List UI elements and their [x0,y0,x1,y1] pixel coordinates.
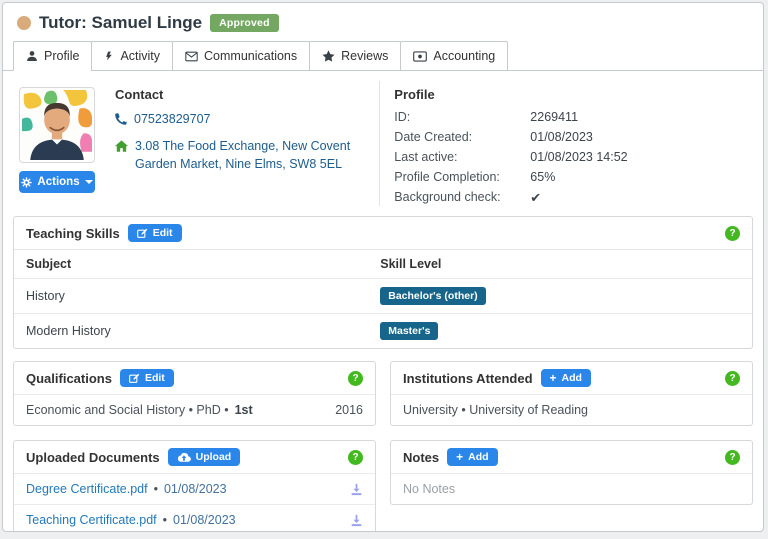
profile-field-value: 01/08/2023 14:52 [530,150,628,164]
tab-communications-label: Communications [204,49,298,63]
table-row: Modern History Master's [14,313,752,348]
banknote-icon [413,50,428,62]
column-header-subject: Subject [14,249,369,279]
tab-activity[interactable]: Activity [91,41,174,71]
teaching-skills-edit-button[interactable]: Edit [127,224,182,242]
plus-icon: + [456,450,464,464]
teaching-skills-heading: Teaching Skills [26,225,120,241]
institutions-help-icon[interactable]: ? [725,370,740,386]
download-icon[interactable] [350,514,363,527]
table-row: History Bachelor's (other) [14,278,752,314]
institutions-card: Institutions Attended + Add ? University… [390,361,753,426]
tab-reviews[interactable]: Reviews [309,41,402,71]
skill-level-badge: Bachelor's (other) [380,287,486,305]
profile-field-label: Profile Completion: [394,170,500,184]
subject-cell: Modern History [14,313,369,348]
profile-field-value: 65% [530,170,556,184]
download-icon[interactable] [350,483,363,496]
page-title: Tutor: Samuel Linge [39,13,203,32]
uploaded-documents-help-icon[interactable]: ? [348,449,363,465]
phone-link[interactable]: 07523829707 [134,110,210,128]
tab-reviews-label: Reviews [341,49,389,63]
actions-label: Actions [37,176,80,188]
document-date: 01/08/2023 [163,482,227,496]
qualifications-heading: Qualifications [26,370,112,386]
notes-add-button[interactable]: + Add [447,448,498,466]
notes-help-icon[interactable]: ? [725,449,740,465]
bolt-icon [104,50,114,62]
qualification-grade: 1st [234,403,253,417]
profile-field-label: ID: [394,110,411,124]
qualification-year: 2016 [335,403,363,417]
contact-profile-row: Actions Contact 07523829707 3.08 The Foo… [13,81,753,206]
qualification-item: Economic and Social History • PhD • 1st … [14,394,375,425]
document-link[interactable]: Degree Certificate.pdf [26,482,148,496]
profile-field-value: 01/08/2023 [530,130,593,144]
approved-badge: Approved [210,14,279,32]
chevron-down-icon [84,180,93,184]
tab-communications[interactable]: Communications [172,41,311,71]
phone-icon [115,110,127,130]
profile-heading: Profile [394,87,435,102]
avatar [19,87,95,163]
tab-bar: Profile Activity Communications Reviews … [3,33,763,71]
document-link[interactable]: Teaching Certificate.pdf [26,513,157,527]
edit-pencil-icon [129,373,140,384]
person-icon [26,50,38,62]
tab-accounting[interactable]: Accounting [400,41,509,71]
background-check-icon: ✔ [530,190,542,205]
notes-empty-row: No Notes [391,473,752,504]
subject-cell: History [14,278,369,314]
teaching-skills-card: Teaching Skills Edit ? Subject Skill Lev… [13,216,753,349]
document-row: Degree Certificate.pdf • 01/08/2023 [14,473,375,504]
envelope-icon [185,51,198,62]
plus-icon: + [549,371,557,385]
profile-field-value: 2269411 [530,110,579,124]
document-date: 01/08/2023 [173,513,236,527]
page-header: Tutor: Samuel Linge Approved [3,3,763,33]
qualifications-edit-button[interactable]: Edit [119,369,174,387]
tutor-status-dot [17,16,31,30]
uploaded-documents-heading: Uploaded Documents [26,449,160,465]
cloud-upload-icon [177,452,191,463]
profile-field-label: Background check: [394,190,501,204]
actions-button[interactable]: Actions [19,171,95,193]
profile-details: ID: 2269411 Date Created: 01/08/2023 Las… [394,110,747,206]
star-icon [322,50,335,62]
teaching-skills-help-icon[interactable]: ? [725,225,740,241]
column-header-skill-level: Skill Level [368,249,752,279]
tab-accounting-label: Accounting [433,49,496,63]
uploaded-documents-card: Uploaded Documents Upload ? Degree Certi… [13,440,376,531]
notes-heading: Notes [403,449,440,465]
upload-button[interactable]: Upload [167,448,241,466]
document-row: Teaching Certificate.pdf • 01/08/2023 [14,504,375,531]
institution-item: University • University of Reading [391,394,752,425]
qualifications-card: Qualifications Edit ? Economic and Socia… [13,361,376,426]
qualifications-help-icon[interactable]: ? [348,370,363,386]
tutor-profile-window: Tutor: Samuel Linge Approved Profile Act… [2,2,764,532]
gear-icon [21,176,33,188]
edit-pencil-icon [136,228,148,239]
tab-activity-label: Activity [120,49,161,63]
tab-profile[interactable]: Profile [13,41,93,71]
profile-field-label: Last active: [394,150,458,164]
contact-heading: Contact [115,87,164,102]
teaching-skills-table: Subject Skill Level History Bachelor's (… [14,249,752,348]
notes-card: Notes + Add ? No Notes [390,440,753,505]
tab-profile-label: Profile [44,49,80,63]
home-icon [115,137,128,157]
address-link[interactable]: 3.08 The Food Exchange, New Covent Garde… [135,137,371,173]
institutions-add-button[interactable]: + Add [540,369,591,387]
skill-level-badge: Master's [380,322,439,340]
institutions-heading: Institutions Attended [403,370,533,386]
no-notes-text: No Notes [403,482,456,496]
profile-field-label: Date Created: [394,130,473,144]
